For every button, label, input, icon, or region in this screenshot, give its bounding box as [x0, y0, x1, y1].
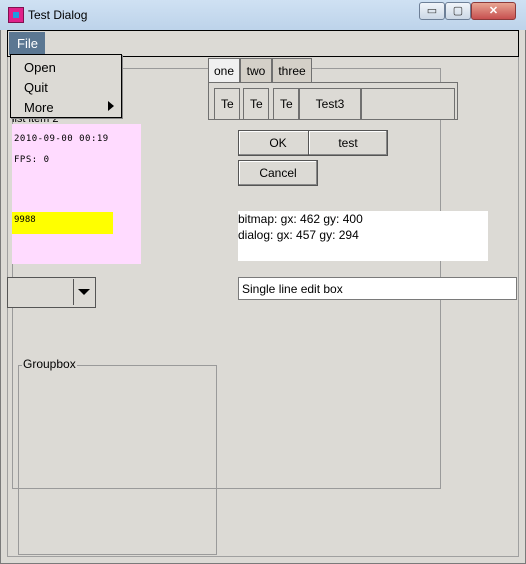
menu-file[interactable]: File [9, 32, 45, 55]
maximize-button[interactable]: ▢ [445, 2, 471, 20]
tab-panel-button-5[interactable] [361, 88, 455, 120]
app-icon [8, 7, 24, 23]
fps-text: FPS: 0 [14, 155, 50, 165]
submenu-arrow-icon [108, 101, 114, 111]
ok-button[interactable]: OK [238, 130, 318, 156]
tab-panel-button-1[interactable]: Te [214, 88, 240, 120]
close-button[interactable]: ✕ [471, 2, 516, 20]
window-title: Test Dialog [28, 8, 88, 22]
dialog-coords: dialog: gx: 457 gy: 294 [238, 228, 359, 242]
minimize-button[interactable]: ▭ [419, 2, 445, 20]
test-button[interactable]: test [308, 130, 388, 156]
bitmap-coords: bitmap: gx: 462 gy: 400 [238, 212, 363, 226]
tab-panel-button-3[interactable]: Te [273, 88, 299, 120]
groupbox-label: Groupbox [22, 357, 77, 371]
timestamp-text: 2010-09-00 00:19 [14, 134, 109, 144]
tab-panel-button-2[interactable]: Te [243, 88, 269, 120]
single-line-edit-box[interactable] [238, 277, 517, 300]
cancel-button[interactable]: Cancel [238, 160, 318, 186]
close-icon: ✕ [488, 5, 499, 17]
tab-one[interactable]: one [208, 58, 240, 82]
tab-three[interactable]: three [272, 58, 312, 82]
minimize-icon: ▭ [426, 5, 438, 17]
menu-item-quit[interactable]: Quit [24, 78, 48, 98]
tab-panel-button-test3[interactable]: Test3 [299, 88, 361, 120]
menu-item-open[interactable]: Open [24, 58, 56, 78]
chevron-down-icon [78, 289, 90, 295]
tab-two[interactable]: two [240, 58, 272, 82]
groupbox [18, 365, 217, 555]
menu-item-more[interactable]: More [24, 98, 54, 118]
maximize-icon: ▢ [452, 5, 464, 17]
menu-bar [7, 30, 519, 57]
yellow-text: 9988 [14, 215, 36, 225]
pink-canvas [12, 124, 141, 264]
